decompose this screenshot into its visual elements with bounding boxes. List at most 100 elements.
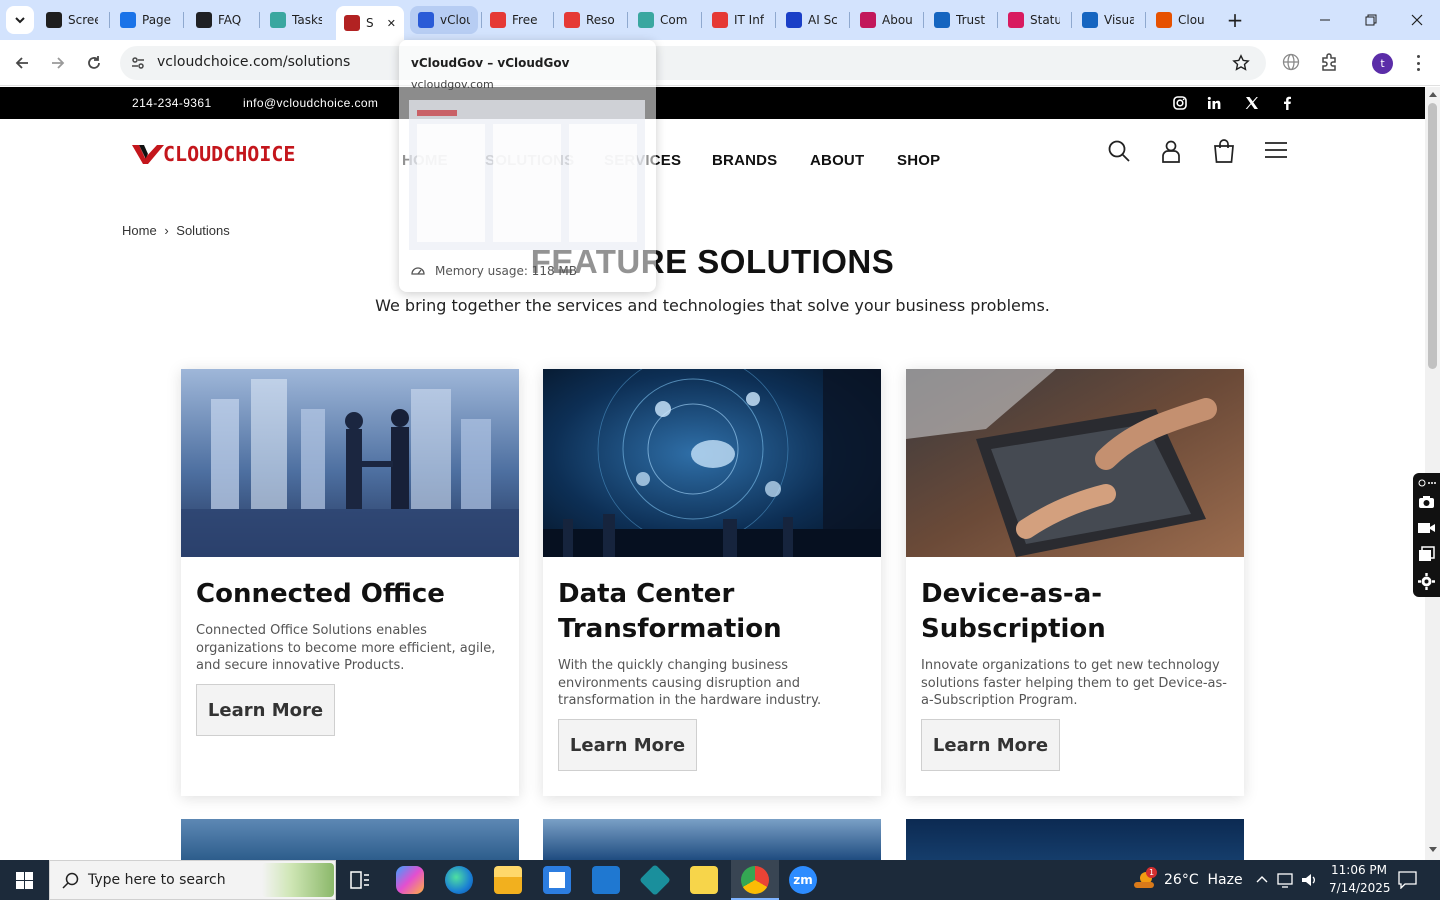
browser-tab[interactable]: Com <box>630 6 698 34</box>
instagram-icon[interactable] <box>1173 96 1187 110</box>
clock-time[interactable]: 11:06 PM <box>1331 863 1387 877</box>
learn-more-button[interactable]: Learn More <box>558 719 697 771</box>
data-center-image <box>543 369 881 557</box>
chrome-app-icon[interactable] <box>741 866 769 894</box>
chevron-up-icon[interactable] <box>1256 875 1268 883</box>
tab-separator <box>849 12 850 28</box>
scroll-down-icon[interactable] <box>1429 847 1437 853</box>
camera-icon[interactable] <box>1418 495 1435 509</box>
minimize-icon <box>1320 19 1330 21</box>
browser-tab[interactable]: Free <box>482 6 550 34</box>
app-diamond-icon[interactable] <box>639 864 671 896</box>
weather-badge: 1 <box>1146 867 1157 878</box>
task-view-icon[interactable] <box>350 871 370 889</box>
url-text[interactable]: vcloudchoice.com/solutions <box>157 54 350 70</box>
scroll-thumb[interactable] <box>1428 103 1437 369</box>
restore-button[interactable] <box>1348 0 1394 40</box>
tab-separator <box>1071 12 1072 28</box>
sticky-notes-icon[interactable] <box>690 866 718 894</box>
tab-title: Scree <box>68 13 98 27</box>
linkedin-icon[interactable] <box>1207 96 1221 110</box>
browser-tab[interactable]: vClou <box>410 6 478 34</box>
globe-icon[interactable] <box>1282 53 1300 71</box>
new-tab-button[interactable]: + <box>1221 6 1249 34</box>
browser-tab[interactable]: Scree <box>38 6 106 34</box>
notification-icon[interactable] <box>1398 871 1417 889</box>
weather-text[interactable]: 26°C Haze <box>1164 872 1243 888</box>
device-subscription-image <box>906 369 1244 557</box>
tab-title: Abou <box>882 13 912 27</box>
facebook-icon[interactable] <box>1281 96 1293 110</box>
user-icon[interactable] <box>1159 139 1183 163</box>
browser-tab[interactable]: Clou <box>1148 6 1216 34</box>
tab-search-button[interactable] <box>6 6 34 34</box>
browser-tab[interactable]: Statu <box>1000 6 1068 34</box>
browser-tab[interactable]: Trust <box>926 6 994 34</box>
browser-tab[interactable]: IT Inf <box>704 6 772 34</box>
microsoft-store-icon[interactable] <box>543 866 571 894</box>
back-button[interactable] <box>8 49 36 77</box>
zoom-app-icon[interactable]: zm <box>789 866 817 894</box>
browser-tab[interactable]: Reso <box>556 6 624 34</box>
taskbar-search[interactable]: Type here to search <box>49 860 336 900</box>
tab-separator <box>701 12 702 28</box>
logo-text: CLOUDCHOICE <box>163 142 296 166</box>
star-icon[interactable] <box>1232 54 1250 72</box>
browser-tab[interactable]: AI Sc <box>778 6 846 34</box>
close-window-button[interactable] <box>1394 0 1440 40</box>
tab-separator <box>627 12 628 28</box>
solution-card-row2-2 <box>543 819 881 860</box>
email-link[interactable]: info@vcloudchoice.com <box>243 96 378 110</box>
browser-tab[interactable]: S ✕ <box>336 6 404 40</box>
browser-tab[interactable]: Tasks <box>262 6 330 34</box>
swoosh-icon <box>1156 12 1172 28</box>
tasks-icon <box>270 12 286 28</box>
learn-more-button[interactable]: Learn More <box>921 719 1060 771</box>
browser-tab[interactable]: Abou <box>852 6 920 34</box>
hamburger-menu-icon[interactable] <box>1264 139 1288 163</box>
nav-item-shop[interactable]: SHOP <box>897 152 940 169</box>
copilot-app-icon[interactable] <box>396 866 424 894</box>
scroll-up-icon[interactable] <box>1429 91 1437 97</box>
page-subtitle: We bring together the services and techn… <box>375 296 1050 315</box>
edge-app-icon[interactable] <box>445 866 473 894</box>
shopping-bag-icon[interactable] <box>1212 139 1236 163</box>
mail-app-icon[interactable] <box>592 866 620 894</box>
browser-tab[interactable]: FAQ <box>188 6 256 34</box>
browser-tab[interactable]: Page <box>112 6 180 34</box>
browser-menu-button[interactable] <box>1408 53 1428 73</box>
draw-icon[interactable] <box>1418 478 1436 488</box>
card-title: Connected Office <box>196 579 445 609</box>
video-icon[interactable] <box>1417 521 1436 535</box>
minimize-button[interactable] <box>1302 0 1348 40</box>
diamond-icon <box>564 12 580 28</box>
nav-item-about[interactable]: ABOUT <box>810 152 864 169</box>
tab-separator <box>183 12 184 28</box>
nav-item-brands[interactable]: BRANDS <box>712 152 777 169</box>
address-bar[interactable]: vcloudchoice.com/solutions <box>120 46 1266 80</box>
network-icon[interactable] <box>1277 872 1295 888</box>
profile-avatar[interactable]: t <box>1372 53 1393 74</box>
volume-icon[interactable] <box>1301 872 1319 888</box>
settings-gear-icon[interactable] <box>1418 573 1435 590</box>
breadcrumb-home[interactable]: Home <box>122 223 157 238</box>
search-icon <box>62 872 79 889</box>
site-logo[interactable]: CLOUDCHOICE <box>131 142 295 166</box>
arrow-left-icon <box>15 57 28 69</box>
phone-link[interactable]: 214-234-9361 <box>132 96 212 110</box>
tab-title: Clou <box>1178 13 1205 27</box>
clock-date[interactable]: 7/14/2025 <box>1329 881 1391 895</box>
close-tab-icon[interactable]: ✕ <box>387 17 396 30</box>
x-twitter-icon[interactable] <box>1245 96 1259 110</box>
windows-start-icon[interactable] <box>16 872 33 889</box>
learn-more-button[interactable]: Learn More <box>196 684 335 736</box>
search-icon[interactable] <box>1107 139 1131 163</box>
forward-button[interactable] <box>44 49 72 77</box>
tab-title: vClou <box>440 13 470 27</box>
file-explorer-icon[interactable] <box>494 866 522 894</box>
reload-button[interactable] <box>80 49 108 77</box>
window-icon[interactable] <box>1418 546 1435 562</box>
extensions-icon[interactable] <box>1319 52 1339 72</box>
browser-tab[interactable]: Visua <box>1074 6 1142 34</box>
site-info-icon[interactable] <box>130 55 146 71</box>
